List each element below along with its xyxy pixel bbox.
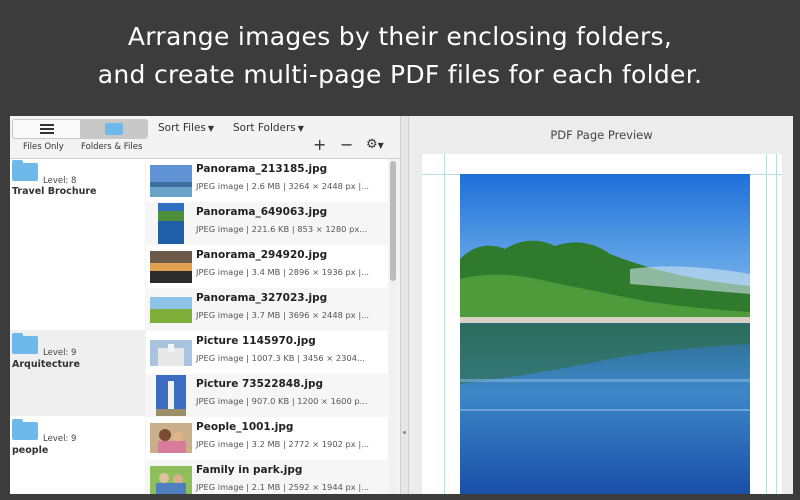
splitter-handle[interactable] [403,431,406,434]
file-meta: JPEG image | 3.2 MB | 2772 × 1902 px |..… [196,439,370,449]
image-thumbnail [150,423,192,453]
folder-name: people [12,445,49,456]
gear-icon: ⚙ [366,137,378,152]
folder-level: Level: 9 [43,434,77,444]
file-name: Family in park.jpg [196,464,303,476]
folders-files-label: Folders & Files [81,142,143,152]
image-thumbnail [156,375,186,416]
file-meta: JPEG image | 1007.3 KB | 3456 × 2304... [196,353,365,363]
file-list: Panorama_213185.jpg JPEG image | 2.6 MB … [146,159,388,494]
file-row[interactable]: Panorama_213185.jpg JPEG image | 2.6 MB … [146,159,388,202]
file-meta: JPEG image | 3.7 MB | 3696 × 2448 px |..… [196,310,370,320]
sort-files-label: Sort Files [158,122,206,134]
file-name: Picture 1145970.jpg [196,335,316,347]
file-name: Panorama_649063.jpg [196,206,328,218]
add-button[interactable]: + [313,136,326,154]
folder-group[interactable]: Level: 9 Arquitecture [10,330,145,416]
list-icon [39,124,54,134]
pdf-preview-panel: PDF Page Preview [410,116,793,494]
folder-name: Arquitecture [12,359,80,370]
panel-splitter[interactable] [400,116,409,494]
file-row[interactable]: Panorama_327023.jpg JPEG image | 3.7 MB … [146,288,388,331]
sort-files-menu[interactable]: Sort Files ▼ [158,122,214,134]
sort-folders-menu[interactable]: Sort Folders ▼ [233,122,304,134]
file-row[interactable]: Panorama_649063.jpg JPEG image | 221.6 K… [146,202,388,245]
headline: Arrange images by their enclosing folder… [0,18,800,94]
file-name: Panorama_213185.jpg [196,163,328,175]
file-list-scrollbar[interactable] [390,159,396,494]
margin-guide [776,154,777,494]
headline-line-1: Arrange images by their enclosing folder… [127,22,673,51]
folder-icon [104,123,123,135]
margin-guide [444,154,445,494]
file-meta: JPEG image | 2.6 MB | 3264 × 2448 px |..… [196,181,370,191]
folder-icon [12,160,38,181]
file-meta: JPEG image | 221.6 KB | 853 × 1280 px... [196,224,368,234]
file-meta: JPEG image | 2.1 MB | 2592 × 1944 px |..… [196,482,370,492]
file-row[interactable]: Picture 1145970.jpg JPEG image | 1007.3 … [146,331,388,374]
file-name: Panorama_327023.jpg [196,292,328,304]
folder-icon [12,333,38,354]
file-list-panel: Files Only Folders & Files Sort Files ▼ S… [10,116,400,494]
file-name: Panorama_294920.jpg [196,249,328,261]
preview-title: PDF Page Preview [550,128,653,142]
image-thumbnail [150,466,192,494]
pdf-page [422,154,782,494]
view-mode-segmented-control[interactable] [12,119,148,139]
remove-button[interactable]: − [340,136,353,154]
image-thumbnail [150,165,192,197]
files-only-label: Files Only [23,142,64,152]
folder-name: Travel Brochure [12,186,97,197]
files-only-option[interactable] [13,120,80,138]
file-meta: JPEG image | 3.4 MB | 2896 × 1936 px |..… [196,267,370,277]
file-row[interactable]: Picture 73522848.jpg JPEG image | 907.0 … [146,374,388,417]
folder-icon [12,419,38,440]
settings-menu-button[interactable]: ⚙▼ [366,137,384,152]
sort-folders-label: Sort Folders [233,122,296,134]
image-thumbnail [150,297,192,323]
file-row[interactable]: Family in park.jpg JPEG image | 2.1 MB |… [146,460,388,494]
chevron-down-icon: ▼ [207,124,215,133]
file-meta: JPEG image | 907.0 KB | 1200 × 1600 p... [196,396,368,406]
preview-image [460,174,750,494]
headline-line-2: and create multi-page PDF files for each… [97,60,703,89]
margin-guide [766,154,767,494]
folders-files-option[interactable] [80,120,147,138]
folder-group[interactable]: Level: 8 Travel Brochure [10,159,145,330]
folder-group[interactable]: Level: 9 people [10,416,145,494]
file-name: Picture 73522848.jpg [196,378,324,390]
file-row[interactable]: Panorama_294920.jpg JPEG image | 3.4 MB … [146,245,388,288]
folder-level: Level: 8 [43,176,77,186]
file-name: People_1001.jpg [196,421,294,433]
chevron-down-icon: ▼ [377,141,384,150]
file-row[interactable]: People_1001.jpg JPEG image | 3.2 MB | 27… [146,417,388,460]
scrollbar-knob[interactable] [390,161,396,281]
folder-level: Level: 9 [43,348,77,358]
image-thumbnail [158,203,184,244]
image-thumbnail [150,251,192,283]
folder-group-column: Level: 8 Travel Brochure Level: 9 Arquit… [10,159,145,494]
image-thumbnail [150,340,192,366]
app-window: Files Only Folders & Files Sort Files ▼ S… [10,116,793,494]
chevron-down-icon: ▼ [297,124,304,133]
